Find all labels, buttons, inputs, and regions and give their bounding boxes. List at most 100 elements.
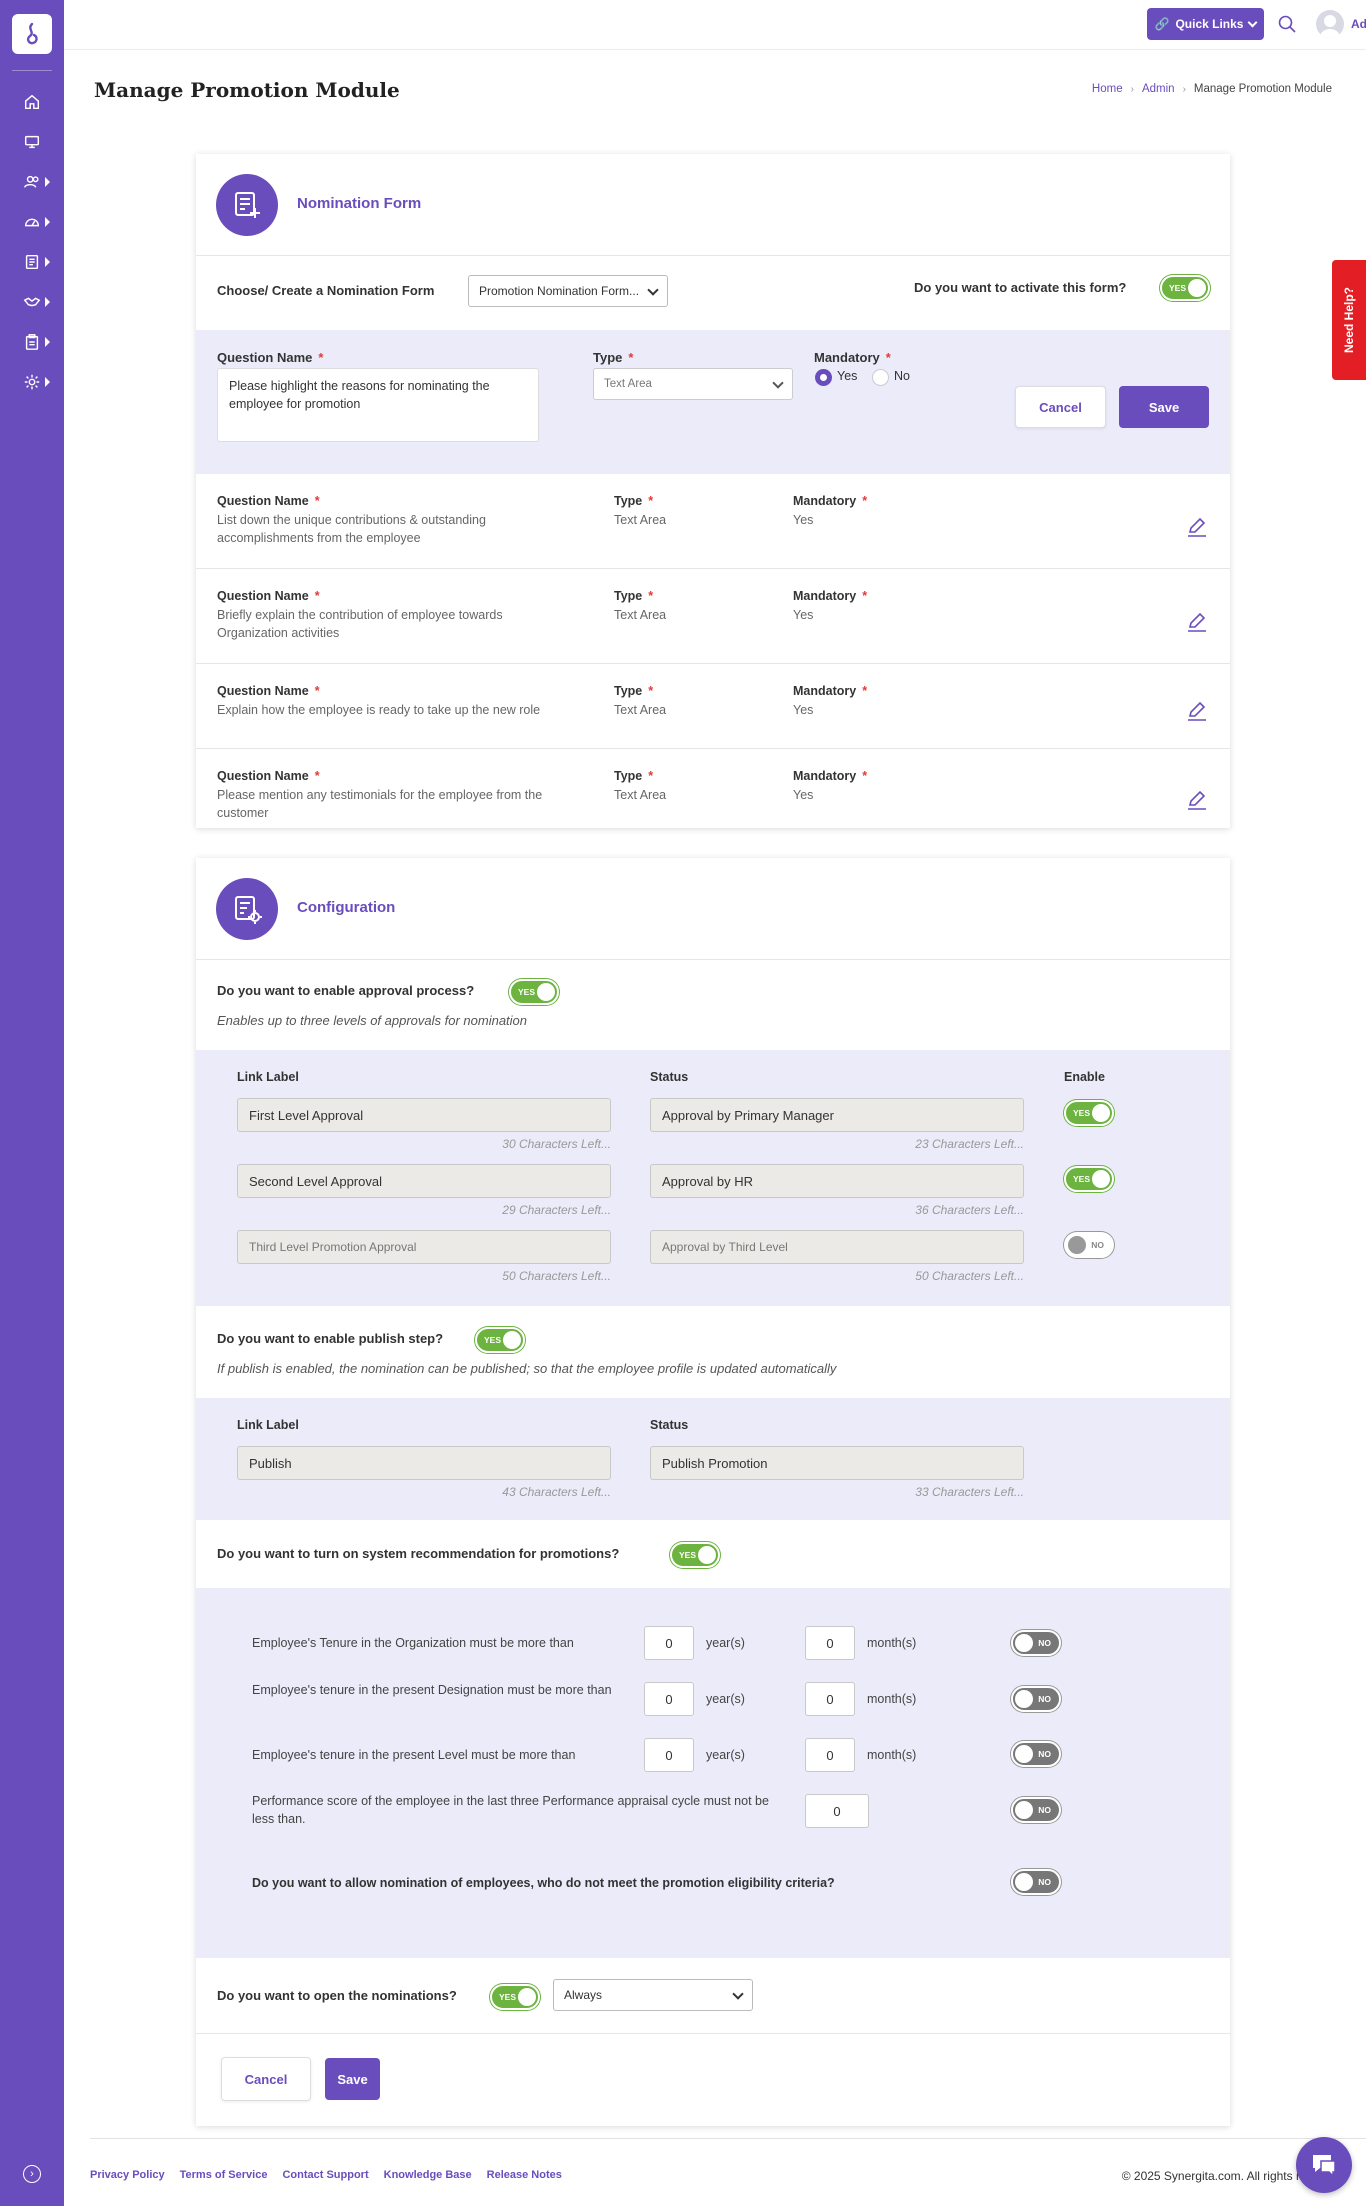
footer-links: Privacy Policy Terms of Service Contact … xyxy=(90,2169,562,2181)
breadcrumb-admin[interactable]: Admin xyxy=(1142,83,1175,95)
settings-icon[interactable] xyxy=(0,368,64,396)
edit-icon[interactable] xyxy=(1186,611,1208,633)
approval-toggle[interactable]: YES xyxy=(509,979,559,1005)
quick-links-button[interactable]: 🔗 Quick Links xyxy=(1147,8,1264,40)
years-input[interactable]: 0 xyxy=(644,1738,694,1772)
expand-sidebar-icon[interactable]: › xyxy=(23,2165,41,2183)
question-name-label: Question Name * xyxy=(217,494,320,508)
performance-toggle[interactable]: NO xyxy=(1011,1797,1061,1823)
approval-hint: Enables up to three levels of approvals … xyxy=(217,1013,528,1028)
mandatory-yes-radio[interactable] xyxy=(815,369,832,386)
avatar[interactable] xyxy=(1316,10,1344,38)
years-unit: year(s) xyxy=(706,1692,745,1706)
edit-icon[interactable] xyxy=(1186,789,1208,811)
type-select[interactable]: Text Area xyxy=(593,368,793,400)
cancel-button[interactable]: Cancel xyxy=(1015,386,1106,428)
open-nominations-toggle[interactable]: YES xyxy=(490,1984,540,2010)
question-edit-row: Question Name * Please highlight the reas… xyxy=(196,330,1230,474)
toggle-text: YES xyxy=(499,1992,517,2002)
question-text: Explain how the employee is ready to tak… xyxy=(217,703,541,717)
knowledge-base-link[interactable]: Knowledge Base xyxy=(384,2169,472,2181)
contact-support-link[interactable]: Contact Support xyxy=(282,2169,368,2181)
question-name-input[interactable]: Please highlight the reasons for nominat… xyxy=(217,368,539,442)
type-value: Text Area xyxy=(614,513,667,527)
card-title: Nomination Form xyxy=(297,195,422,212)
chars-left: 43 Characters Left... xyxy=(502,1485,611,1499)
open-nominations-select[interactable]: Always xyxy=(553,1979,753,2011)
edit-icon[interactable] xyxy=(1186,516,1208,538)
months-input[interactable]: 0 xyxy=(805,1626,855,1660)
terms-of-service-link[interactable]: Terms of Service xyxy=(180,2169,268,2181)
type-label: Type * xyxy=(614,589,654,603)
mandatory-no-radio[interactable] xyxy=(872,369,889,386)
nomination-form-select-value: Promotion Nomination Form... xyxy=(479,284,640,298)
level-enable-toggle[interactable]: YES xyxy=(1064,1166,1114,1192)
criteria-panel: Employee's Tenure in the Organization mu… xyxy=(196,1588,1230,1958)
privacy-policy-link[interactable]: Privacy Policy xyxy=(90,2169,165,2181)
months-input[interactable]: 0 xyxy=(805,1738,855,1772)
link-label-input[interactable]: Second Level Approval xyxy=(237,1164,611,1198)
years-input[interactable]: 0 xyxy=(644,1682,694,1716)
status-input[interactable]: Approval by HR xyxy=(650,1164,1024,1198)
level-enable-toggle[interactable]: NO xyxy=(1064,1232,1114,1258)
criteria-toggle[interactable]: NO xyxy=(1011,1686,1061,1712)
question-name-label: Question Name * xyxy=(217,350,324,365)
level-enable-toggle[interactable]: YES xyxy=(1064,1100,1114,1126)
criteria-toggle[interactable]: NO xyxy=(1011,1630,1061,1656)
type-label: Type * xyxy=(614,684,654,698)
user-name[interactable]: Admin xyxy=(1351,17,1366,31)
mandatory-value: Yes xyxy=(793,788,814,802)
need-help-label: Need Help? xyxy=(1342,286,1357,354)
status-header: Status xyxy=(650,1418,689,1432)
nomination-form-card: Nomination Form Choose/ Create a Nominat… xyxy=(196,154,1230,828)
chat-icon[interactable] xyxy=(1296,2137,1352,2193)
link-icon: 🔗 xyxy=(1154,17,1170,31)
approval-levels-panel: Link Label Status Enable First Level App… xyxy=(196,1050,1230,1306)
toggle-text: YES xyxy=(1073,1174,1091,1184)
months-input[interactable]: 0 xyxy=(805,1682,855,1716)
cancel-button[interactable]: Cancel xyxy=(221,2057,311,2101)
status-input[interactable]: Approval by Third Level xyxy=(650,1230,1024,1264)
link-label-input[interactable]: Third Level Promotion Approval xyxy=(237,1230,611,1264)
criteria-text: Employee's Tenure in the Organization mu… xyxy=(252,1636,574,1650)
mandatory-yes-label[interactable]: Yes xyxy=(837,369,857,383)
question-row: Question Name * Please mention any testim… xyxy=(196,749,1230,828)
criteria-text: Employee's tenure in the present Level m… xyxy=(252,1748,576,1762)
brand-logo[interactable] xyxy=(12,14,52,54)
status-input[interactable]: Approval by Primary Manager xyxy=(650,1098,1024,1132)
save-button[interactable]: Save xyxy=(325,2058,380,2100)
edit-icon[interactable] xyxy=(1186,700,1208,722)
clipboard-icon[interactable] xyxy=(0,328,64,356)
quick-links-label: Quick Links xyxy=(1175,17,1244,31)
release-notes-link[interactable]: Release Notes xyxy=(487,2169,562,2181)
activate-form-toggle[interactable]: YES xyxy=(1160,275,1210,301)
link-label-input[interactable]: Publish xyxy=(237,1446,611,1480)
link-label-input[interactable]: First Level Approval xyxy=(237,1098,611,1132)
search-icon[interactable] xyxy=(1277,14,1297,34)
home-icon[interactable] xyxy=(0,88,64,116)
publish-toggle[interactable]: YES xyxy=(475,1327,525,1353)
recommendation-toggle[interactable]: YES xyxy=(670,1542,720,1568)
question-row: Question Name * Briefly explain the contr… xyxy=(196,569,1230,664)
mandatory-label: Mandatory * xyxy=(793,769,868,783)
users-icon[interactable] xyxy=(0,168,64,196)
need-help-button[interactable]: Need Help? xyxy=(1332,260,1366,380)
handshake-icon[interactable] xyxy=(0,288,64,316)
card-title: Configuration xyxy=(297,899,396,916)
allow-nomination-toggle[interactable]: NO xyxy=(1011,1869,1061,1895)
status-input[interactable]: Publish Promotion xyxy=(650,1446,1024,1480)
document-icon[interactable] xyxy=(0,248,64,276)
breadcrumb-home[interactable]: Home xyxy=(1092,83,1123,95)
mandatory-no-label[interactable]: No xyxy=(894,369,910,383)
monitor-icon[interactable] xyxy=(0,128,64,156)
toggle-text: NO xyxy=(1038,1694,1051,1704)
dashboard-icon[interactable] xyxy=(0,208,64,236)
criteria-toggle[interactable]: NO xyxy=(1011,1741,1061,1767)
chevron-down-icon xyxy=(772,377,784,389)
toggle-text: YES xyxy=(1073,1108,1091,1118)
performance-score-input[interactable]: 0 xyxy=(805,1794,869,1828)
nomination-form-select[interactable]: Promotion Nomination Form... xyxy=(468,275,668,307)
years-input[interactable]: 0 xyxy=(644,1626,694,1660)
divider xyxy=(196,2033,1230,2034)
save-button[interactable]: Save xyxy=(1119,386,1209,428)
